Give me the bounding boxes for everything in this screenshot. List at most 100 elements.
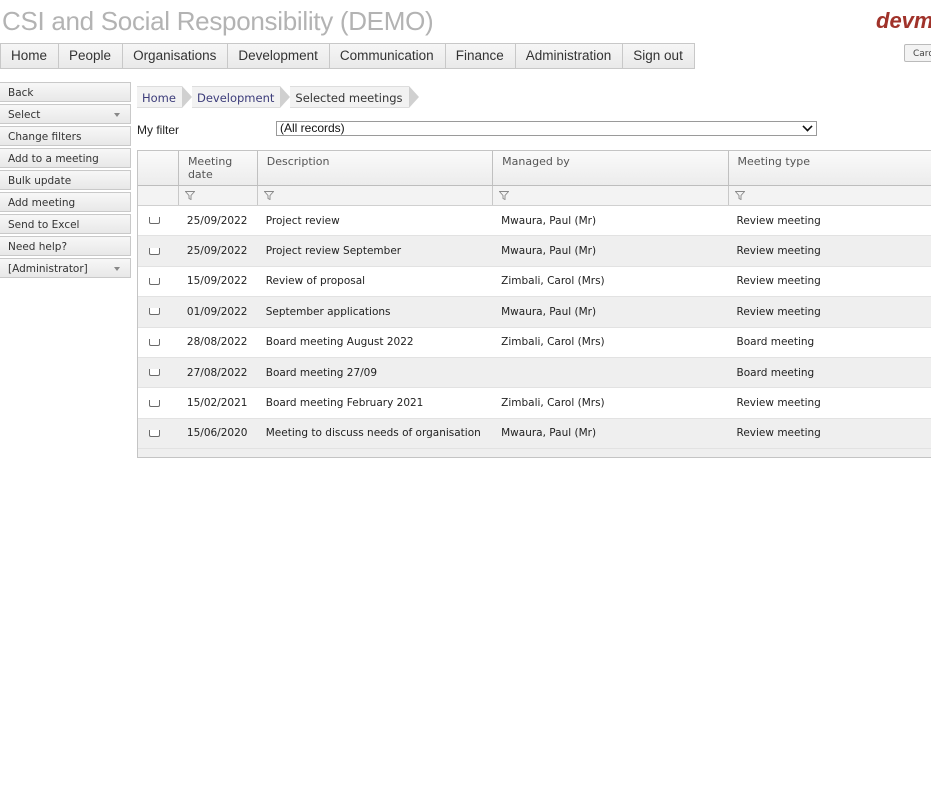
cell-meeting-type[interactable]: Review meeting (729, 275, 931, 287)
table-row[interactable]: 15/06/2020 Meeting to discuss needs of or… (138, 418, 931, 450)
cell-meeting-type[interactable]: Review meeting (729, 306, 931, 318)
row-checkbox[interactable] (149, 277, 160, 285)
column-filter-row (138, 186, 931, 206)
table-row[interactable]: 01/09/2022 September applications Mwaura, … (138, 297, 931, 328)
cell-managed-by[interactable]: Mwaura, Paul (Mr) (493, 215, 728, 227)
filter-cell-managed-by[interactable] (493, 186, 729, 205)
table-header: Meeting date Description Managed by Meet… (138, 151, 931, 186)
row-checkbox-cell (138, 429, 179, 437)
table-row[interactable]: 15/09/2022 Review of proposal Zimbali, Car… (138, 266, 931, 298)
cell-description[interactable]: Board meeting February 2021 (258, 397, 493, 409)
action-sidebar: Back Select Change filters Add to a meet… (0, 82, 131, 280)
menu-item-home[interactable]: Home (1, 44, 60, 68)
column-header-description[interactable]: Description (258, 151, 494, 185)
menu-item-people[interactable]: People (59, 44, 124, 68)
cell-description[interactable]: Board meeting August 2022 (258, 336, 493, 348)
menu-item-sign-out[interactable]: Sign out (623, 44, 694, 68)
row-checkbox-cell (138, 399, 179, 407)
cell-meeting-type[interactable]: Review meeting (729, 215, 931, 227)
meetings-table: Meeting date Description Managed by Meet… (137, 150, 931, 458)
cell-description[interactable]: Board meeting 27/09 (258, 367, 493, 379)
cell-meeting-date[interactable]: 15/09/2022 (179, 275, 258, 287)
cell-meeting-date[interactable]: 15/02/2021 (179, 397, 258, 409)
column-header-meeting-type[interactable]: Meeting type (729, 151, 931, 185)
funnel-icon (734, 191, 745, 200)
send-to-excel-button[interactable]: Send to Excel (0, 214, 131, 234)
caret-down-icon (114, 113, 120, 117)
filter-cell-empty (138, 186, 179, 205)
table-row[interactable]: 15/02/2021 Board meeting February 2021 Zim… (138, 388, 931, 419)
row-checkbox[interactable] (149, 338, 160, 346)
row-checkbox[interactable] (149, 217, 160, 225)
add-to-meeting-button[interactable]: Add to a meeting (0, 148, 131, 168)
card-button[interactable]: Card (904, 44, 931, 62)
need-help-button[interactable]: Need help? (0, 236, 131, 256)
cell-meeting-date[interactable]: 01/09/2022 (179, 306, 258, 318)
row-checkbox-cell (138, 369, 179, 377)
cell-managed-by[interactable]: Mwaura, Paul (Mr) (493, 427, 728, 439)
cell-description[interactable]: Review of proposal (258, 275, 493, 287)
bulk-update-button[interactable]: Bulk update (0, 170, 131, 190)
menu-item-organisations[interactable]: Organisations (123, 44, 229, 68)
administrator-dropdown[interactable]: [Administrator] (0, 258, 131, 278)
cell-managed-by[interactable]: Zimbali, Carol (Mrs) (493, 336, 728, 348)
cell-description[interactable]: Project review (258, 215, 493, 227)
row-checkbox-cell (138, 277, 179, 285)
cell-meeting-date[interactable]: 28/08/2022 (179, 336, 258, 348)
table-row[interactable]: 25/09/2022 Project review Mwaura, Paul (Mr… (138, 206, 931, 237)
row-checkbox[interactable] (149, 429, 160, 437)
filter-cell-meeting-type[interactable] (729, 186, 931, 205)
table-row[interactable]: 25/09/2022 Project review September Mwaura… (138, 236, 931, 267)
menu-item-development[interactable]: Development (228, 44, 330, 68)
cell-meeting-date[interactable]: 25/09/2022 (179, 215, 258, 227)
select-dropdown[interactable]: Select (0, 104, 131, 124)
cell-meeting-type[interactable]: Review meeting (729, 397, 931, 409)
row-checkbox[interactable] (149, 399, 160, 407)
breadcrumb-home[interactable]: Home (137, 86, 192, 108)
row-checkbox-cell (138, 247, 179, 255)
cell-meeting-type[interactable]: Board meeting (729, 336, 931, 348)
cell-managed-by[interactable]: Mwaura, Paul (Mr) (493, 306, 728, 318)
funnel-icon (499, 191, 510, 200)
cell-description[interactable]: September applications (258, 306, 493, 318)
cell-meeting-date[interactable]: 25/09/2022 (179, 245, 258, 257)
menu-item-finance[interactable]: Finance (445, 44, 516, 68)
caret-down-icon (114, 267, 120, 271)
add-meeting-button[interactable]: Add meeting (0, 192, 131, 212)
cell-meeting-type[interactable]: Review meeting (729, 245, 931, 257)
breadcrumb-selected-meetings: Selected meetings (290, 86, 419, 108)
cell-description[interactable]: Meeting to discuss needs of organisation (258, 427, 493, 439)
bulk-update-label: Bulk update (8, 175, 72, 187)
cell-managed-by[interactable]: Zimbali, Carol (Mrs) (493, 397, 728, 409)
menu-item-administration[interactable]: Administration (515, 44, 624, 68)
back-button[interactable]: Back (0, 82, 131, 102)
row-checkbox[interactable] (149, 247, 160, 255)
cell-meeting-date[interactable]: 27/08/2022 (179, 367, 258, 379)
column-header-meeting-date[interactable]: Meeting date (179, 151, 258, 185)
table-row[interactable]: 28/08/2022 Board meeting August 2022 Zimba… (138, 327, 931, 358)
my-filter-select[interactable]: (All records) (276, 121, 817, 136)
cell-meeting-date[interactable]: 15/06/2020 (179, 427, 258, 439)
chevron-down-icon (802, 121, 813, 132)
add-meeting-label: Add meeting (8, 197, 76, 209)
table-body: 25/09/2022 Project review Mwaura, Paul (Mr… (138, 206, 931, 450)
select-dropdown-label: Select (8, 109, 41, 121)
change-filters-button[interactable]: Change filters (0, 126, 131, 146)
menu-item-communication[interactable]: Communication (329, 44, 446, 68)
cell-managed-by[interactable]: Zimbali, Carol (Mrs) (493, 275, 728, 287)
my-filter-label: My filter (137, 123, 179, 137)
breadcrumb-development[interactable]: Development (191, 86, 291, 108)
cell-meeting-type[interactable]: Review meeting (729, 427, 931, 439)
cell-meeting-type[interactable]: Board meeting (729, 367, 931, 379)
row-checkbox-cell (138, 308, 179, 316)
row-checkbox[interactable] (149, 369, 160, 377)
cell-description[interactable]: Project review September (258, 245, 493, 257)
filter-cell-description[interactable] (258, 186, 494, 205)
cell-managed-by[interactable]: Mwaura, Paul (Mr) (493, 245, 728, 257)
filter-cell-meeting-date[interactable] (179, 186, 258, 205)
column-header-managed-by[interactable]: Managed by (493, 151, 729, 185)
row-checkbox[interactable] (149, 308, 160, 316)
funnel-icon (184, 191, 195, 200)
table-row[interactable]: 27/08/2022 Board meeting 27/09 Board meeti… (138, 357, 931, 389)
row-checkbox-cell (138, 217, 179, 225)
